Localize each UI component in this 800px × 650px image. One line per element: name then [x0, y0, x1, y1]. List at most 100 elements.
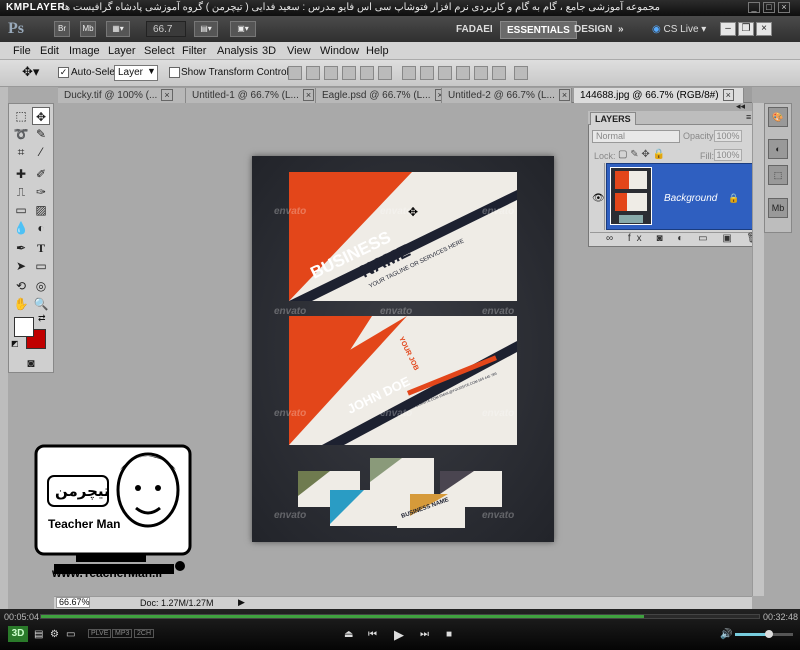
playlist-icon[interactable]: ▤ — [34, 629, 43, 640]
align-hcenter-icon[interactable] — [360, 66, 374, 80]
screen-mode-button[interactable]: ▣▾ — [230, 21, 256, 37]
quick-mask-icon[interactable]: ◙ — [22, 354, 40, 372]
healing-brush-icon[interactable]: ✚ — [12, 165, 30, 183]
eye-icon[interactable]: 👁 — [592, 193, 605, 204]
menu-view[interactable]: View — [287, 45, 311, 57]
marquee-tool-icon[interactable]: ⬚ — [12, 107, 30, 125]
blur-tool-icon[interactable]: 💧 — [12, 219, 30, 237]
eraser-tool-icon[interactable]: ▭ — [12, 201, 30, 219]
align-right-icon[interactable] — [378, 66, 392, 80]
minibridge-panel-icon[interactable]: Mb — [768, 198, 788, 218]
close-icon[interactable]: × — [558, 89, 571, 101]
tab-untitled-2[interactable]: Untitled-2 @ 66.7% (L... × — [442, 88, 572, 103]
zoom-tool-icon[interactable]: 🔍 — [32, 295, 50, 313]
workspace-design[interactable]: DESIGN — [568, 21, 618, 39]
capture-icon[interactable]: ▭ — [66, 629, 75, 640]
3d-toggle-button[interactable]: 3D — [8, 626, 28, 642]
close-icon[interactable]: × — [722, 89, 734, 101]
player-minimize-button[interactable]: _ — [748, 2, 760, 13]
color-panel-icon[interactable]: 🎨 — [768, 107, 788, 127]
stop-icon[interactable]: ■ — [446, 629, 452, 640]
lock-icons[interactable]: ▢ ✎ ✥ 🔒 — [618, 149, 665, 160]
menu-analysis[interactable]: Analysis — [217, 45, 258, 57]
layers-panel-tab[interactable]: LAYERS — [590, 112, 636, 125]
volume-icon[interactable]: 🔊 — [720, 629, 732, 640]
history-brush-icon[interactable]: ✑ — [32, 183, 50, 201]
fill-field[interactable]: 100% — [714, 149, 742, 161]
crop-tool-icon[interactable]: ⌗ — [12, 143, 30, 161]
more-workspaces-icon[interactable]: » — [612, 21, 630, 39]
workspace-essentials[interactable]: ESSENTIALS — [500, 21, 577, 39]
align-vcenter-icon[interactable] — [306, 66, 320, 80]
layers-footer-icons[interactable]: ∞ fx ◙ ◐ ▭ ▣ 🗑 — [606, 233, 765, 244]
type-tool-icon[interactable]: T — [32, 239, 50, 257]
next-icon[interactable]: ⏭ — [420, 629, 429, 640]
gradient-tool-icon[interactable]: ▨ — [32, 201, 50, 219]
shape-tool-icon[interactable]: ▭ — [32, 257, 50, 275]
distribute-vcenter-icon[interactable] — [420, 66, 434, 80]
eyedropper-tool-icon[interactable]: ⁄ — [32, 143, 50, 161]
volume-knob[interactable] — [765, 630, 773, 638]
masks-panel-icon[interactable]: ⬚ — [768, 165, 788, 185]
swap-colors-icon[interactable]: ⇄ — [38, 313, 46, 324]
3d-orbit-icon[interactable]: ◎ — [32, 277, 50, 295]
distribute-left-icon[interactable] — [456, 66, 470, 80]
pen-tool-icon[interactable]: ✒ — [12, 239, 30, 257]
menu-filter[interactable]: Filter — [182, 45, 206, 57]
menu-help[interactable]: Help — [366, 45, 389, 57]
align-bottom-icon[interactable] — [324, 66, 338, 80]
align-top-icon[interactable] — [288, 66, 302, 80]
dodge-tool-icon[interactable]: ◐ — [32, 219, 50, 237]
cs-live-button[interactable]: ◉ CS Live ▾ — [652, 21, 706, 39]
ps-restore-button[interactable]: ❐ — [738, 22, 754, 36]
ps-close-button[interactable]: × — [756, 22, 772, 36]
menu-file[interactable]: File — [13, 45, 31, 57]
tab-eagle[interactable]: Eagle.psd @ 66.7% (L...× — [316, 88, 442, 103]
close-icon[interactable]: × — [161, 89, 173, 101]
align-left-icon[interactable] — [342, 66, 356, 80]
menu-image[interactable]: Image — [69, 45, 100, 57]
distribute-right-icon[interactable] — [492, 66, 506, 80]
settings-gear-icon[interactable]: ⚙ — [50, 629, 59, 640]
bridge-button[interactable]: Br — [54, 21, 70, 37]
eject-icon[interactable]: ⏏ — [344, 629, 353, 640]
minibridge-button[interactable]: Mb — [80, 21, 96, 37]
menu-layer[interactable]: Layer — [108, 45, 136, 57]
ps-minimize-button[interactable]: – — [720, 22, 736, 36]
foreground-color-swatch[interactable] — [14, 317, 34, 337]
document-canvas[interactable]: BUSINESS NAME YOUR TAGLINE OR SERVICES H… — [252, 156, 554, 542]
quick-select-tool-icon[interactable]: ✎ — [32, 125, 50, 143]
previous-icon[interactable]: ⏮ — [368, 629, 377, 640]
close-icon[interactable]: × — [302, 89, 315, 101]
opacity-field[interactable]: 100% — [714, 130, 742, 142]
menu-select[interactable]: Select — [144, 45, 175, 57]
status-zoom-field[interactable]: 66.67% — [56, 597, 90, 608]
status-menu-icon[interactable]: ▶ — [238, 597, 245, 608]
menu-edit[interactable]: Edit — [40, 45, 59, 57]
lasso-tool-icon[interactable]: ➰ — [12, 125, 30, 143]
tab-ducky[interactable]: Ducky.tif @ 100% (... × — [58, 88, 186, 103]
arrange-documents-button[interactable]: ▤▾ — [194, 21, 218, 37]
vertical-scrollbar[interactable] — [752, 103, 764, 596]
auto-align-icon[interactable] — [514, 66, 528, 80]
menu-window[interactable]: Window — [320, 45, 359, 57]
view-extras-button[interactable]: ▦▾ — [106, 21, 130, 37]
distribute-bottom-icon[interactable] — [438, 66, 452, 80]
panel-collapse-icon[interactable]: ◂◂ — [736, 101, 745, 112]
default-colors-icon[interactable]: ◩ — [11, 339, 19, 348]
hand-tool-icon[interactable]: ✋ — [12, 295, 30, 313]
clone-stamp-icon[interactable]: ⎍ — [12, 183, 30, 201]
adjustments-panel-icon[interactable]: ◐ — [768, 139, 788, 159]
play-icon[interactable]: ▶ — [394, 627, 404, 643]
auto-select-checkbox[interactable]: ✓ — [58, 67, 69, 78]
tab-untitled-1[interactable]: Untitled-1 @ 66.7% (L... × — [186, 88, 316, 103]
close-icon[interactable]: × — [434, 89, 441, 101]
show-transform-checkbox[interactable] — [169, 67, 180, 78]
brush-tool-icon[interactable]: ✐ — [32, 165, 50, 183]
menu-3d[interactable]: 3D — [262, 45, 276, 57]
player-close-button[interactable]: × — [778, 2, 790, 13]
move-tool-preset-icon[interactable]: ✥▾ — [22, 64, 39, 80]
player-maximize-button[interactable]: □ — [763, 2, 775, 13]
layer-name[interactable]: Background — [664, 193, 717, 204]
move-tool-icon[interactable]: ✥ — [32, 107, 50, 125]
